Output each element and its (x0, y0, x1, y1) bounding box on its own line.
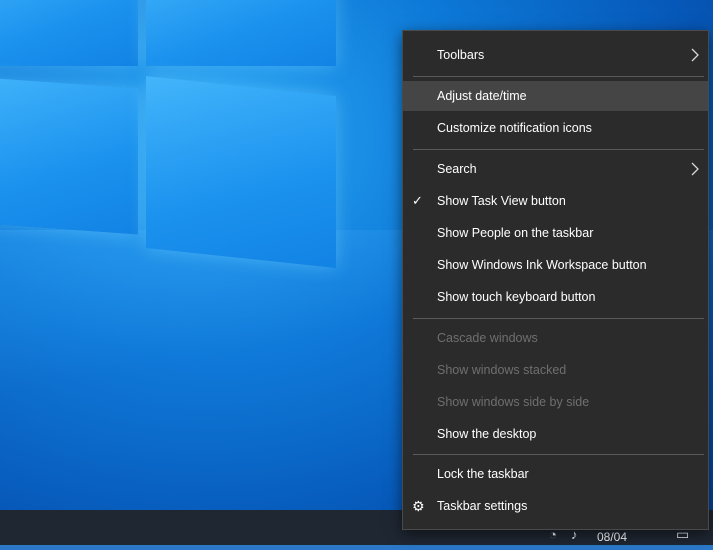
menu-item-label: Show touch keyboard button (437, 290, 596, 304)
menu-item-label: Show Task View button (437, 194, 566, 208)
menu-item-label: Cascade windows (437, 331, 538, 345)
menu-item-show-touch-keyboard[interactable]: Show touch keyboard button (403, 282, 708, 312)
menu-item-label: Lock the taskbar (437, 467, 529, 481)
menu-item-label: Show People on the taskbar (437, 226, 594, 240)
menu-item-cascade-windows: Cascade windows (403, 323, 708, 353)
menu-item-show-people[interactable]: Show People on the taskbar (403, 218, 708, 248)
menu-item-show-windows-stacked: Show windows stacked (403, 355, 708, 385)
menu-item-show-task-view[interactable]: ✓ Show Task View button (403, 186, 708, 216)
windows-logo-pane-top-left (0, 0, 138, 66)
menu-item-adjust-date-time[interactable]: Adjust date/time (403, 81, 708, 111)
menu-item-label: Show windows side by side (437, 395, 590, 409)
menu-item-taskbar-settings[interactable]: ⚙ Taskbar settings (403, 491, 708, 521)
menu-item-label: Search (437, 162, 477, 176)
menu-item-toolbars[interactable]: Toolbars (403, 40, 708, 70)
menu-item-customize-notification-icons[interactable]: Customize notification icons (403, 113, 708, 143)
menu-item-label: Customize notification icons (437, 121, 592, 135)
menu-separator (413, 454, 704, 455)
taskbar-active-edge (0, 545, 713, 550)
menu-item-label: Toolbars (437, 48, 485, 62)
windows-logo-pane-bottom-left (0, 76, 138, 235)
chevron-right-icon (691, 162, 699, 176)
menu-separator (413, 318, 704, 319)
menu-item-label: Adjust date/time (437, 89, 527, 103)
menu-item-show-windows-side-by-side: Show windows side by side (403, 387, 708, 417)
checkmark-icon: ✓ (412, 193, 423, 208)
menu-item-label: Show Windows Ink Workspace button (437, 258, 647, 272)
menu-separator (413, 76, 704, 77)
taskbar-context-menu: Toolbars Adjust date/time Customize noti… (402, 30, 709, 530)
chevron-right-icon (691, 48, 699, 62)
menu-item-label: Taskbar settings (437, 499, 528, 513)
menu-item-search[interactable]: Search (403, 154, 708, 184)
menu-item-label: Show the desktop (437, 427, 537, 441)
menu-separator (413, 149, 704, 150)
windows-logo-pane-bottom-right (146, 76, 336, 268)
windows-logo-pane-top-right (146, 0, 336, 66)
tray-date[interactable]: 08/04 (597, 530, 627, 544)
menu-item-show-ink-workspace[interactable]: Show Windows Ink Workspace button (403, 250, 708, 280)
menu-item-lock-taskbar[interactable]: Lock the taskbar (403, 459, 708, 489)
menu-item-label: Show windows stacked (437, 363, 567, 377)
menu-item-show-desktop[interactable]: Show the desktop (403, 419, 708, 449)
gear-icon: ⚙ (412, 498, 425, 514)
